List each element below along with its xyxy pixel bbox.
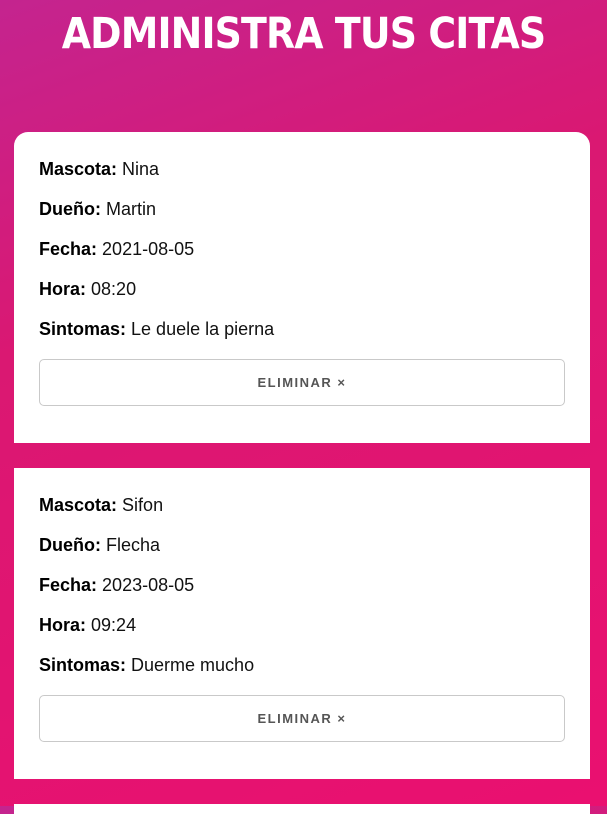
delete-button[interactable]: ELIMINAR × [39, 695, 565, 742]
symptoms-value: Duerme mucho [131, 655, 255, 675]
symptoms-label: Sintomas: [39, 655, 127, 675]
owner-field: Dueño: Flecha [39, 535, 565, 555]
owner-value: Flecha [106, 535, 161, 555]
appointment-card: Mascota: Sifon Dueño: Flecha Fecha: 2023… [14, 468, 590, 779]
pet-value: Nina [122, 159, 160, 179]
owner-label: Dueño: [39, 535, 101, 555]
time-field: Hora: 08:20 [39, 279, 565, 299]
time-value: 08:20 [91, 279, 137, 299]
date-value: 2021-08-05 [102, 239, 195, 259]
symptoms-label: Sintomas: [39, 319, 127, 339]
owner-field: Dueño: Martin [39, 199, 565, 219]
date-field: Fecha: 2021-08-05 [39, 239, 565, 259]
date-value: 2023-08-05 [102, 575, 195, 595]
pet-value: Sifon [122, 495, 164, 515]
symptoms-value: Le duele la pierna [131, 319, 275, 339]
time-value: 09:24 [91, 615, 137, 635]
pet-field: Mascota: Sifon [39, 495, 565, 515]
pet-field: Mascota: Nina [39, 159, 565, 179]
symptoms-field: Sintomas: Duerme mucho [39, 655, 565, 675]
delete-button[interactable]: ELIMINAR × [39, 359, 565, 406]
time-label: Hora: [39, 279, 87, 299]
date-label: Fecha: [39, 239, 98, 259]
appointments-list: Mascota: Nina Dueño: Martin Fecha: 2021-… [14, 132, 590, 814]
pet-label: Mascota: [39, 159, 118, 179]
appointment-card: Mascota: Nina Dueño: Martin Fecha: 2021-… [14, 132, 590, 443]
owner-label: Dueño: [39, 199, 101, 219]
symptoms-field: Sintomas: Le duele la pierna [39, 319, 565, 339]
time-field: Hora: 09:24 [39, 615, 565, 635]
page-title: ADMINISTRA TUS CITAS [61, 9, 546, 59]
date-label: Fecha: [39, 575, 98, 595]
time-label: Hora: [39, 615, 87, 635]
date-field: Fecha: 2023-08-05 [39, 575, 565, 595]
owner-value: Martin [106, 199, 157, 219]
pet-label: Mascota: [39, 495, 118, 515]
